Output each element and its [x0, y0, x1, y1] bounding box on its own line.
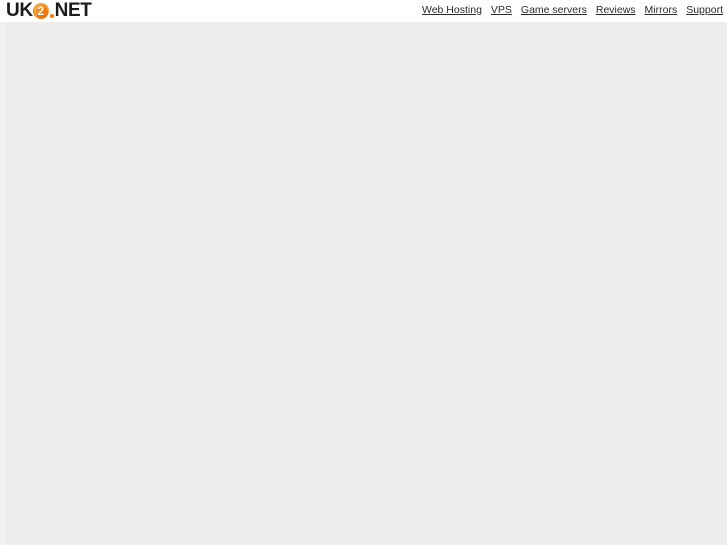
logo-text-prefix: UK	[6, 0, 33, 21]
top-navigation: Web Hosting VPS Game servers Reviews Mir…	[422, 4, 723, 16]
logo-dot	[49, 14, 54, 18]
logo-text-suffix: NET	[54, 0, 92, 21]
page-left-edge	[0, 22, 5, 545]
nav-item-web-hosting[interactable]: Web Hosting	[422, 4, 482, 16]
site-header: UK 2 NET Web Hosting VPS Game servers Re…	[0, 0, 727, 22]
nav-item-game-servers[interactable]: Game servers	[521, 4, 587, 16]
logo-globe-number: 2	[37, 3, 44, 18]
nav-item-vps[interactable]: VPS	[491, 4, 512, 16]
nav-item-reviews[interactable]: Reviews	[596, 4, 636, 16]
nav-item-mirrors[interactable]: Mirrors	[645, 4, 678, 16]
page-content-area	[0, 22, 727, 545]
globe-icon: 2	[32, 2, 49, 20]
nav-item-support[interactable]: Support	[686, 4, 723, 16]
site-logo[interactable]: UK 2 NET	[6, 0, 92, 21]
